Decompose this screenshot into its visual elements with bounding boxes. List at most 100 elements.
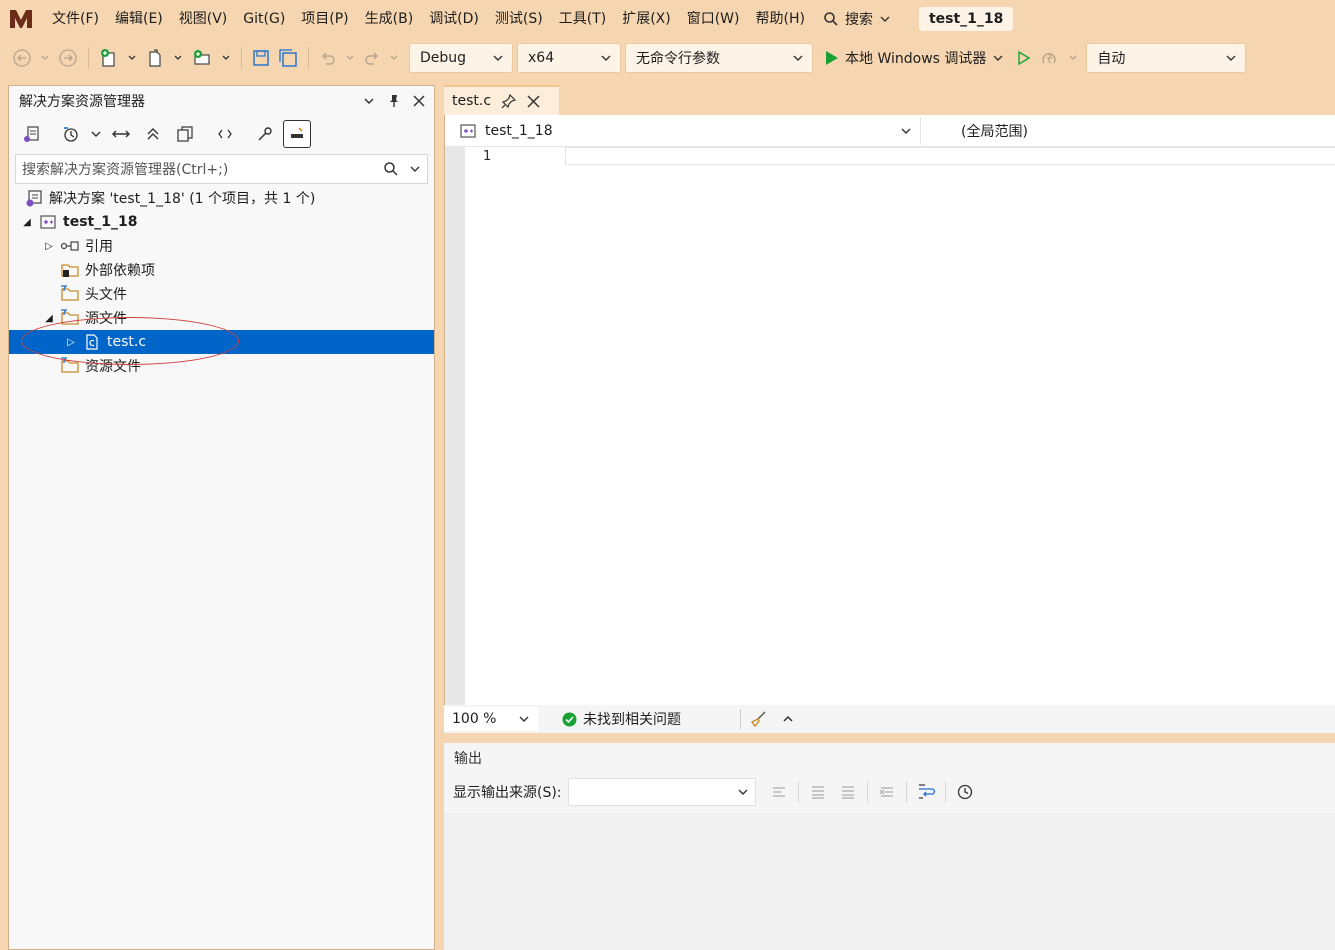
search-icon[interactable] <box>383 161 399 177</box>
collapse-all-button[interactable] <box>139 120 167 148</box>
tree-item-test-c[interactable]: ▷ test.c <box>9 330 434 354</box>
save-all-button[interactable] <box>274 44 302 72</box>
menu-extensions[interactable]: 扩展(X) <box>614 0 679 38</box>
platform-select[interactable]: x64 <box>517 43 621 73</box>
configuration-select[interactable]: Debug <box>409 43 513 73</box>
chevron-up-icon[interactable] <box>781 712 795 726</box>
solution-search-box[interactable]: 搜索解决方案资源管理器(Ctrl+;) <box>15 154 428 184</box>
scope-dropdown[interactable]: (全局范围) <box>921 121 1028 141</box>
new-project-button[interactable] <box>95 44 123 72</box>
menu-debug[interactable]: 调试(D) <box>421 0 487 38</box>
code-cleanup-broom-icon[interactable] <box>749 710 767 728</box>
open-file-button[interactable] <box>141 44 169 72</box>
line-number: 1 <box>483 149 492 164</box>
redo-dropdown[interactable] <box>385 44 403 72</box>
menu-git[interactable]: Git(G) <box>235 0 293 38</box>
debugger-label: 本地 Windows 调试器 <box>845 51 987 67</box>
add-item-button[interactable] <box>187 44 217 72</box>
wrench-icon <box>258 127 272 141</box>
redo-button[interactable] <box>359 44 385 72</box>
history-icon <box>64 127 78 142</box>
tab-test-c[interactable]: test.c <box>444 85 559 115</box>
output-separator <box>797 781 799 803</box>
go-to-previous-message-button[interactable] <box>803 778 833 806</box>
tree-item-external-deps[interactable]: 外部依赖项 <box>9 258 434 282</box>
project-title-badge[interactable]: test_1_18 <box>918 7 1014 31</box>
expanded-arrow-icon[interactable]: ◢ <box>17 217 37 228</box>
cpp-project-icon <box>460 123 476 138</box>
switch-views-button[interactable] <box>17 120 45 148</box>
menu-test[interactable]: 测试(S) <box>487 0 551 38</box>
menu-tools[interactable]: 工具(T) <box>551 0 614 38</box>
chevron-down-icon[interactable] <box>409 163 421 175</box>
solution-tree: 解决方案 'test_1_18' (1 个项目，共 1 个) ◢ test_1_… <box>9 186 434 378</box>
collapse-all-icon <box>147 128 159 140</box>
toggle-word-wrap-button[interactable] <box>911 778 941 806</box>
menu-help[interactable]: 帮助(H) <box>748 0 813 38</box>
menu-build[interactable]: 生成(B) <box>357 0 422 38</box>
tree-item-header-files[interactable]: 头文件 <box>9 282 434 306</box>
undo-dropdown[interactable] <box>341 44 359 72</box>
pending-changes-dropdown[interactable] <box>89 120 103 148</box>
back-dropdown-button[interactable] <box>36 44 54 72</box>
tree-item-solution[interactable]: 解决方案 'test_1_18' (1 个项目，共 1 个) <box>9 186 434 210</box>
menu-window[interactable]: 窗口(W) <box>679 0 748 38</box>
open-file-dropdown[interactable] <box>169 44 187 72</box>
search-actions <box>383 161 421 177</box>
command-args-select[interactable]: 无命令行参数 <box>625 43 813 73</box>
go-to-next-message-button[interactable] <box>833 778 863 806</box>
code-area[interactable]: 1 <box>445 147 1335 705</box>
start-without-debugging-button[interactable] <box>1012 44 1036 72</box>
collapsed-arrow-icon[interactable]: ▷ <box>61 337 81 348</box>
add-item-dropdown[interactable] <box>217 44 235 72</box>
properties-button[interactable] <box>251 120 279 148</box>
menu-view[interactable]: 视图(V) <box>171 0 236 38</box>
hot-reload-button[interactable] <box>1036 44 1064 72</box>
chevron-down-icon[interactable] <box>362 94 376 108</box>
save-button[interactable] <box>248 44 274 72</box>
cpp-project-icon <box>37 213 59 231</box>
menu-project[interactable]: 项目(P) <box>293 0 356 38</box>
pin-tab-icon[interactable] <box>501 93 517 109</box>
tree-item-project[interactable]: ◢ test_1_18 <box>9 210 434 234</box>
clear-all-button[interactable] <box>872 778 902 806</box>
project-scope-dropdown[interactable]: test_1_18 <box>445 116 921 145</box>
find-message-in-code-button[interactable] <box>764 778 794 806</box>
show-all-files-button[interactable] <box>171 120 199 148</box>
forward-button[interactable] <box>54 44 82 72</box>
expanded-arrow-icon[interactable]: ◢ <box>39 313 59 324</box>
hot-reload-dropdown[interactable] <box>1064 44 1082 72</box>
toolbar-separator <box>308 47 309 69</box>
play-outline-icon <box>1018 50 1031 66</box>
copy-pages-icon <box>177 126 193 142</box>
show-timestamps-button[interactable] <box>950 778 980 806</box>
chevron-down-icon <box>1069 55 1077 60</box>
close-icon[interactable] <box>527 94 540 108</box>
tree-item-resource-files[interactable]: 资源文件 <box>9 354 434 378</box>
back-button[interactable] <box>8 44 36 72</box>
zoom-select[interactable]: 100 % <box>444 707 538 731</box>
close-icon[interactable] <box>412 94 426 108</box>
auto-select[interactable]: 自动 <box>1086 43 1247 73</box>
collapsed-arrow-icon[interactable]: ▷ <box>39 241 59 252</box>
pending-changes-filter-button[interactable] <box>57 120 85 148</box>
search-menu[interactable]: 搜索 <box>813 0 901 38</box>
undo-button[interactable] <box>315 44 341 72</box>
menu-edit[interactable]: 编辑(E) <box>107 0 171 38</box>
undo-icon <box>322 52 335 65</box>
menu-file[interactable]: 文件(F) <box>44 0 107 38</box>
preview-selected-items-button[interactable] <box>283 120 311 148</box>
view-code-button[interactable] <box>211 120 239 148</box>
issues-indicator[interactable]: 未找到相关问题 <box>562 709 732 729</box>
new-project-dropdown[interactable] <box>123 44 141 72</box>
output-source-select[interactable] <box>567 778 756 806</box>
start-debugging-button[interactable]: 本地 Windows 调试器 <box>817 43 1012 73</box>
sync-with-document-button[interactable] <box>107 120 135 148</box>
visual-studio-logo-icon[interactable] <box>8 6 34 32</box>
tree-item-source-files[interactable]: ◢ 源文件 <box>9 306 434 330</box>
search-menu-label: 搜索 <box>844 12 873 28</box>
panel-splitter[interactable] <box>444 733 1335 743</box>
tree-item-references[interactable]: ▷ 引用 <box>9 234 434 258</box>
output-text-area[interactable] <box>444 813 1335 950</box>
pin-icon[interactable] <box>386 93 402 109</box>
